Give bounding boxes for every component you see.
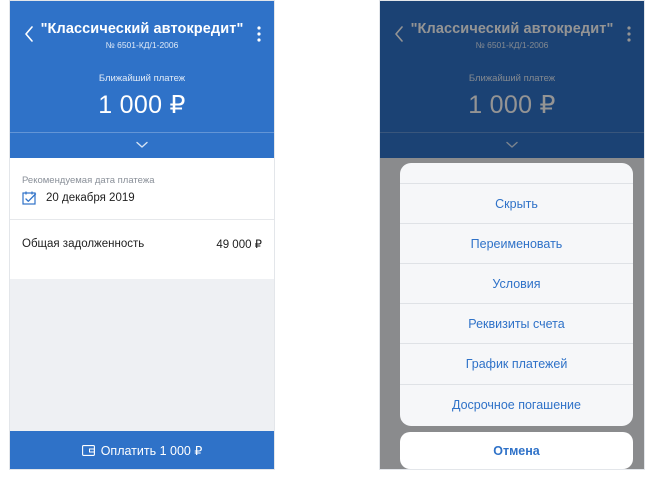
action-hide[interactable]: Скрыть: [400, 183, 633, 223]
loan-number: № 6501-КД/1-2006: [105, 40, 179, 50]
action-account-details[interactable]: Реквизиты счета: [400, 303, 633, 343]
chevron-down-icon: [136, 141, 148, 148]
action-early-repayment[interactable]: Досрочное погашение: [400, 384, 633, 424]
action-sheet: Скрыть Переименовать Условия Реквизиты с…: [400, 163, 633, 426]
wallet-icon: [81, 444, 95, 456]
recommended-date-row[interactable]: 20 декабря 2019: [22, 189, 135, 207]
more-vertical-icon: [257, 26, 261, 42]
total-debt-label: Общая задолженность: [22, 238, 145, 250]
action-payment-schedule[interactable]: График платежей: [400, 343, 633, 383]
recommended-date-label: Рекомендуемая дата платежа: [22, 175, 155, 186]
payment-info-card: Рекомендуемая дата платежа 20 декабря 20…: [10, 158, 274, 279]
header-divider: [10, 132, 274, 133]
card-divider: [10, 219, 274, 220]
pay-button-label: Оплатить 1 000 ₽: [100, 443, 203, 458]
loan-details-screen: "Классический автокредит" № 6501-КД/1-20…: [9, 0, 275, 470]
next-payment-label: Ближайший платеж: [98, 73, 186, 84]
cancel-button[interactable]: Отмена: [400, 432, 633, 469]
loan-header: "Классический автокредит" № 6501-КД/1-20…: [10, 1, 274, 158]
action-terms[interactable]: Условия: [400, 263, 633, 303]
expand-details-button[interactable]: [127, 138, 157, 152]
calendar-check-icon: [22, 191, 37, 205]
next-payment-amount: 1 000 ₽: [98, 91, 186, 119]
total-debt-row: Общая задолженность 49 000 ₽: [22, 235, 262, 253]
total-debt-value: 49 000 ₽: [216, 239, 262, 251]
loan-actions-screen: "Классический автокредит" № 6501-КД/1-20…: [379, 0, 645, 470]
pay-button[interactable]: Оплатить 1 000 ₽: [10, 431, 274, 469]
action-rename[interactable]: Переименовать: [400, 223, 633, 263]
more-menu-button[interactable]: [250, 21, 268, 47]
loan-title: "Классический автокредит": [40, 21, 244, 37]
recommended-date-value: 20 декабря 2019: [46, 192, 135, 204]
